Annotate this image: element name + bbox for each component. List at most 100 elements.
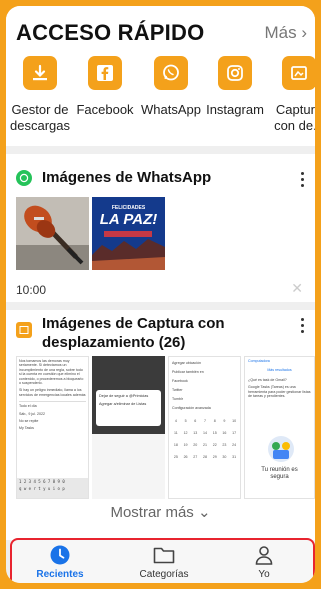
calendar-day: 12 xyxy=(183,431,188,435)
thumbnail-text: Si hay un peligro inmediato, llama a los… xyxy=(19,388,86,397)
nav-me[interactable]: Yo xyxy=(224,544,304,580)
calendar-day: 6 xyxy=(194,419,197,423)
nav-label: Recientes xyxy=(36,569,84,580)
calendar-day: 22 xyxy=(212,443,217,447)
screenshot-thumbnail[interactable]: Computadora Más resultados ¿Qué es task … xyxy=(244,356,315,499)
show-more-label: Mostrar más xyxy=(110,504,194,521)
files-app-screen: ACCESO RÁPIDO Más › Gestor de descargas … xyxy=(6,6,315,583)
facebook-icon xyxy=(88,56,122,90)
screenshot-thumbnail[interactable]: Nos tomamos las demoras muy seriamente. … xyxy=(16,356,89,499)
card-title: Imágenes de Captura con desplazamiento (… xyxy=(42,315,225,351)
quick-access-label: Captura con de... xyxy=(274,102,315,133)
show-more-button[interactable]: Mostrar más ⌄ xyxy=(6,503,315,521)
more-options-icon[interactable] xyxy=(301,318,305,333)
calendar-day: 20 xyxy=(193,443,198,447)
quick-access-instagram[interactable]: Instagram xyxy=(204,56,266,118)
thumbnail-text: Sáb., 9 jul. 2022 xyxy=(19,411,45,416)
thumbnail-text: Todo el día xyxy=(19,401,86,408)
calendar-day: 7 xyxy=(203,419,206,423)
calendar-day: 26 xyxy=(183,455,188,459)
thumbnail-text: ¿Qué es task de Gmail? xyxy=(248,377,287,382)
nav-categories[interactable]: Categorías xyxy=(124,544,204,580)
quick-access-whatsapp[interactable]: WhatsApp xyxy=(140,56,202,118)
thumbnail-text: Agregar ubicación xyxy=(172,361,201,365)
quick-access-label: Gestor de descargas xyxy=(10,102,70,133)
instagram-icon xyxy=(218,56,252,90)
download-icon xyxy=(23,56,57,90)
nav-recents[interactable]: Recientes xyxy=(20,544,100,580)
whatsapp-images-card[interactable]: Imágenes de WhatsApp FELICIDADES LA PAZ! xyxy=(6,154,315,302)
screenshot-thumbnail[interactable]: Agregar ubicación Publicar también en Fa… xyxy=(168,356,241,499)
bottom-navigation: Recientes Categorías Yo xyxy=(10,538,315,583)
chevron-right-icon: › xyxy=(296,23,307,42)
thumbnail-text: Facebook xyxy=(172,379,188,383)
thumbnail-text: Computadora xyxy=(248,359,270,363)
keyboard-row: q w e r t y u i o p xyxy=(19,486,65,492)
chevron-down-icon: ⌄ xyxy=(193,504,211,521)
whatsapp-icon xyxy=(154,56,188,90)
calendar-grid: 4 5 6 7 8 9 10 11 12 13 14 15 16 17 18 19 20 21 22 23 24 25 26… xyxy=(171,419,239,460)
quick-access-label: Instagram xyxy=(206,102,264,117)
thumbnail-text: Configuración avanzada xyxy=(172,406,211,410)
thumbnail-text: Publicar también en xyxy=(172,370,204,374)
calendar-day: 5 xyxy=(184,419,187,423)
whatsapp-icon xyxy=(16,170,32,186)
calendar-day: 15 xyxy=(212,431,217,435)
thumbnail-text: Nos tomamos las demoras muy seriamente. … xyxy=(19,359,84,386)
quick-access-title: ACCESO RÁPIDO xyxy=(16,20,205,45)
menu-item-text: Dejar de seguir a @Primicias xyxy=(99,394,149,398)
nav-label: Categorías xyxy=(139,569,189,580)
folder-icon xyxy=(153,547,175,564)
meeting-illustration-icon xyxy=(268,436,294,462)
calendar-day: 29 xyxy=(212,455,217,459)
calendar-day: 28 xyxy=(202,455,207,459)
thumbnail-text: Google Tasks (Tareas) es una herramienta… xyxy=(248,385,311,399)
calendar-day: 23 xyxy=(222,443,227,447)
quick-access-downloads[interactable]: Gestor de descargas xyxy=(9,56,71,134)
calendar-day: 4 xyxy=(174,419,177,423)
timestamp: 10:00 xyxy=(16,283,47,297)
thumbnail-text: No se repite xyxy=(19,419,39,424)
calendar-day: 25 xyxy=(173,455,178,459)
thumbnail-text: My Tasks xyxy=(19,426,34,431)
quick-access-facebook[interactable]: Facebook xyxy=(74,56,136,118)
quick-access-section: ACCESO RÁPIDO Más › Gestor de descargas … xyxy=(6,6,315,146)
more-link[interactable]: Más › xyxy=(264,23,307,43)
calendar-day: 27 xyxy=(193,455,198,459)
calendar-day: 30 xyxy=(222,455,227,459)
more-options-icon[interactable] xyxy=(301,172,305,187)
close-icon[interactable]: ✕ xyxy=(291,280,303,297)
keyboard-row: 1 2 3 4 5 6 7 8 9 0 xyxy=(19,479,65,484)
calendar-day: 16 xyxy=(222,431,227,435)
calendar-day: 24 xyxy=(232,443,237,447)
quick-access-label: Facebook xyxy=(76,102,134,117)
calendar-day: 19 xyxy=(183,443,188,447)
calendar-day: 14 xyxy=(202,431,207,435)
screenshot-thumbnail[interactable]: Dejar de seguir a @Primicias Agregar a/e… xyxy=(92,356,165,499)
calendar-day: 8 xyxy=(213,419,216,423)
image-thumbnail[interactable]: FELICIDADES LA PAZ! xyxy=(92,197,165,270)
screenshot-icon xyxy=(282,56,315,90)
calendar-day: 10 xyxy=(232,419,237,423)
menu-item-text: Agregar a/eliminar de Listas xyxy=(99,402,147,406)
calendar-day: 21 xyxy=(202,443,207,447)
image-thumbnail[interactable] xyxy=(16,197,89,270)
calendar-day: 17 xyxy=(232,431,237,435)
calendar-day: 9 xyxy=(223,419,226,423)
thumbnail-text: Twitter xyxy=(172,388,183,392)
quick-access-screenshot[interactable]: Captura con de... xyxy=(268,56,315,134)
more-label: Más xyxy=(264,23,297,42)
thumbnail-text: Más resultados xyxy=(267,368,292,373)
calendar-day: 18 xyxy=(173,443,178,447)
thumbnail-text: segura xyxy=(270,474,289,480)
thumbnail-text: Tumblr xyxy=(172,397,184,401)
clock-icon xyxy=(50,545,70,565)
calendar-day: 31 xyxy=(232,455,237,459)
quick-access-label: WhatsApp xyxy=(141,102,201,117)
thumbnail-text: Tu reunión es xyxy=(261,467,298,473)
calendar-day: 11 xyxy=(173,431,178,435)
nav-label: Yo xyxy=(258,569,270,580)
card-title: Imágenes de WhatsApp xyxy=(42,169,212,186)
calendar-day: 13 xyxy=(193,431,198,435)
screenshot-icon xyxy=(16,322,32,338)
